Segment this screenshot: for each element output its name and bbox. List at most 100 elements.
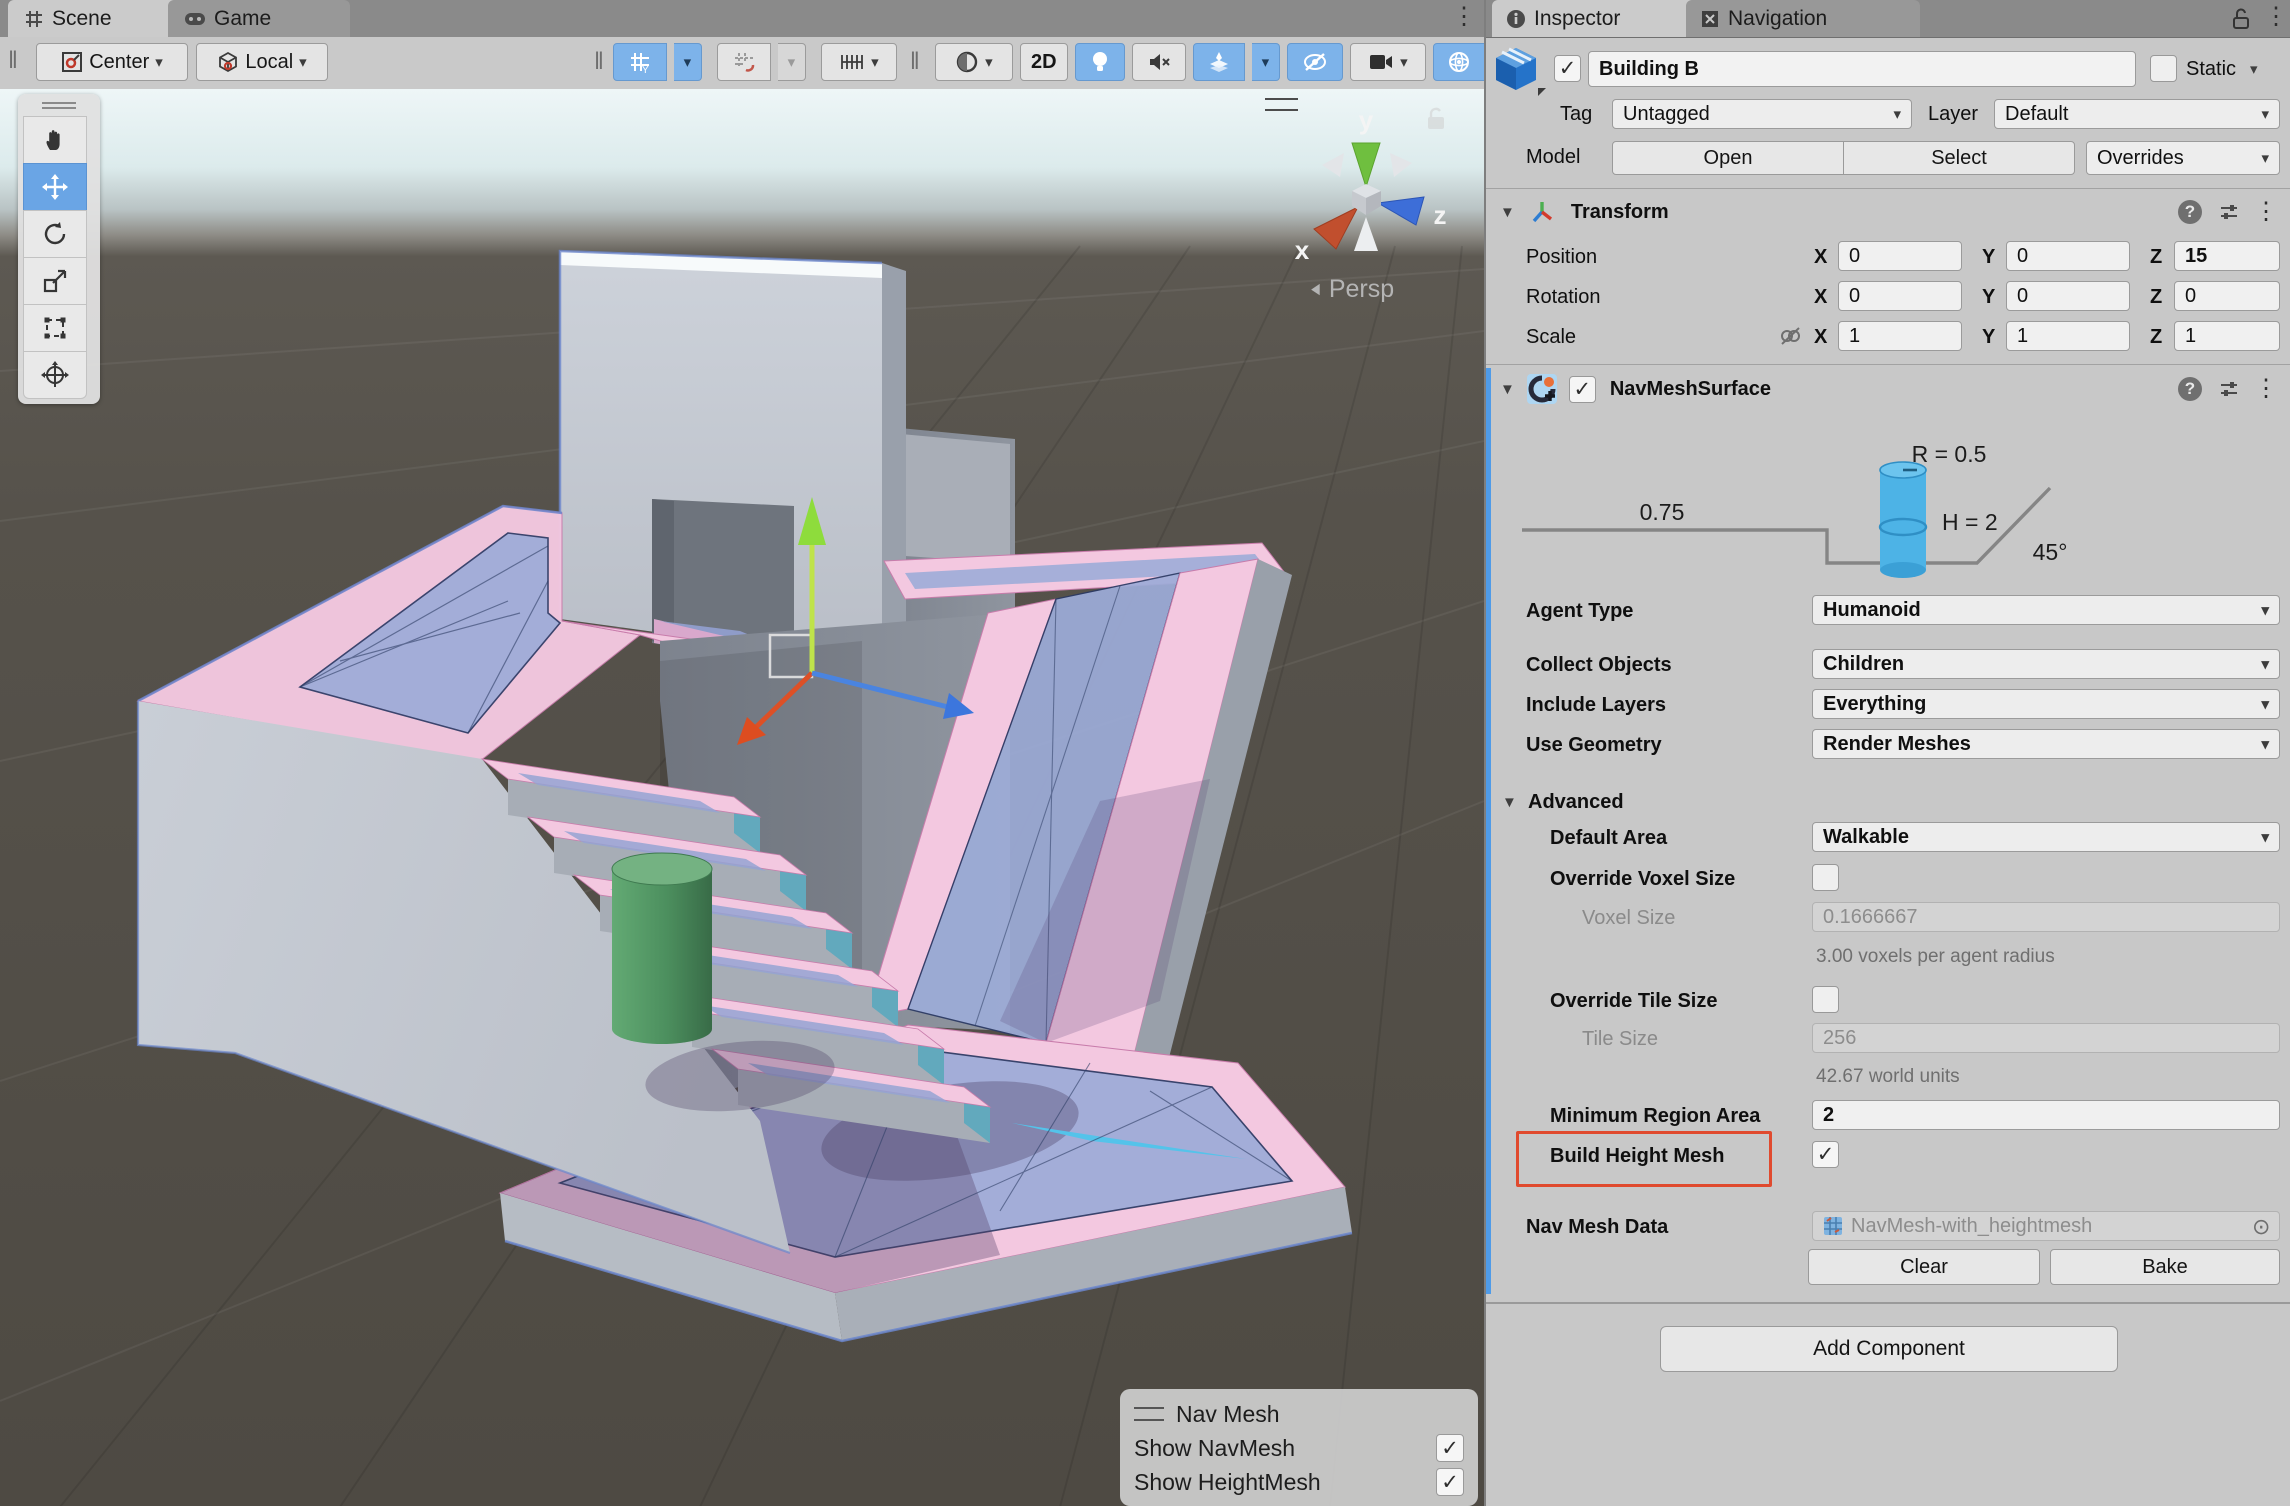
- lighting-toggle-button[interactable]: [1075, 43, 1125, 81]
- gameobject-active-checkbox[interactable]: ✓: [1554, 55, 1581, 82]
- transform-presets-icon[interactable]: [2218, 201, 2240, 223]
- show-heightmesh-checkbox[interactable]: ✓: [1436, 1468, 1464, 1496]
- transform-icon: [1529, 199, 1555, 225]
- transform-header[interactable]: ▼ Transform ? ⋮: [1486, 194, 2290, 230]
- rect-tool-button[interactable]: [23, 304, 87, 352]
- override-voxel-size-checkbox[interactable]: [1812, 864, 1839, 891]
- scene-3d-render: [0, 89, 1484, 1506]
- override-tile-size-label: Override Tile Size: [1550, 990, 1718, 1013]
- clear-button[interactable]: Clear: [1808, 1249, 2040, 1285]
- layer-dropdown[interactable]: Default▾: [1994, 99, 2280, 129]
- orientation-mode-button[interactable]: Local ▾: [196, 43, 328, 81]
- transform-menu-icon[interactable]: ⋮: [2254, 200, 2278, 224]
- scale-y-field[interactable]: 1: [2006, 321, 2130, 351]
- scene-tab-menu-icon[interactable]: ⋮: [1452, 5, 1476, 29]
- model-open-button[interactable]: Open: [1612, 141, 1844, 175]
- ruler-icon: [839, 51, 865, 73]
- effects-toggle-button[interactable]: [1193, 43, 1245, 81]
- scale-link-icon[interactable]: [1778, 324, 1802, 348]
- snap-toggle-button[interactable]: [717, 43, 771, 81]
- scale-tool-button[interactable]: [23, 257, 87, 305]
- overrides-dropdown[interactable]: Overrides▾: [2086, 141, 2280, 175]
- lock-icon[interactable]: [2232, 8, 2250, 30]
- view-orientation-gizmo[interactable]: y x z: [1278, 99, 1474, 269]
- effects-dropdown[interactable]: ▾: [1252, 43, 1280, 81]
- view-tool-button[interactable]: [23, 116, 87, 164]
- show-navmesh-label: Show NavMesh: [1134, 1435, 1295, 1462]
- scale-icon: [41, 267, 69, 295]
- advanced-foldout-icon[interactable]: ▼: [1502, 794, 1517, 811]
- tag-dropdown[interactable]: Untagged▾: [1612, 99, 1912, 129]
- tab-scene[interactable]: Scene: [8, 0, 192, 37]
- agent-type-label: Agent Type: [1526, 600, 1633, 623]
- rotation-y-field[interactable]: 0: [2006, 281, 2130, 311]
- position-y-field[interactable]: 0: [2006, 241, 2130, 271]
- navmeshsurface-menu-icon[interactable]: ⋮: [2254, 377, 2278, 401]
- position-x-field[interactable]: 0: [1838, 241, 1962, 271]
- override-tile-size-checkbox[interactable]: [1812, 986, 1839, 1013]
- rotation-x-field[interactable]: 0: [1838, 281, 1962, 311]
- rotation-z-field[interactable]: 0: [2174, 281, 2280, 311]
- navmeshsurface-enabled-checkbox[interactable]: ✓: [1569, 376, 1596, 403]
- add-component-button[interactable]: Add Component: [1660, 1326, 2118, 1372]
- transform-foldout-icon[interactable]: ▼: [1500, 204, 1515, 221]
- position-z-field[interactable]: 15: [2174, 241, 2280, 271]
- toolbar-drag-handle-3[interactable]: ‖: [910, 48, 922, 76]
- agent-settings-diagram: R = 0.5 H = 2 0.75 45°: [1522, 412, 2262, 584]
- scale-z-field[interactable]: 1: [2174, 321, 2280, 351]
- prefab-cube-icon[interactable]: [1494, 46, 1546, 102]
- minimum-region-area-label: Minimum Region Area: [1550, 1105, 1760, 1128]
- include-layers-dropdown[interactable]: Everything▾: [1812, 689, 2280, 719]
- tab-game[interactable]: Game: [168, 0, 350, 37]
- gizmo-x-label[interactable]: x: [1295, 235, 1310, 265]
- include-layers-label: Include Layers: [1526, 694, 1666, 717]
- build-height-mesh-checkbox[interactable]: ✓: [1812, 1141, 1839, 1168]
- rotate-tool-button[interactable]: [23, 210, 87, 258]
- 2d-toggle-button[interactable]: 2D: [1020, 43, 1068, 81]
- gizmo-lock-icon[interactable]: [1428, 109, 1444, 129]
- transform-help-icon[interactable]: ?: [2178, 200, 2202, 224]
- tools-drag-handle[interactable]: [42, 102, 76, 109]
- gizmo-y-label[interactable]: y: [1359, 105, 1374, 135]
- bake-button[interactable]: Bake: [2050, 1249, 2280, 1285]
- camera-preview-button[interactable]: ▾: [1350, 43, 1426, 81]
- tab-navigation[interactable]: Navigation: [1686, 0, 1920, 37]
- audio-toggle-button[interactable]: [1132, 43, 1186, 81]
- toolbar-drag-handle[interactable]: ‖: [8, 47, 20, 75]
- grid-dropdown[interactable]: ▾: [674, 43, 702, 81]
- tab-inspector[interactable]: Inspector: [1492, 0, 1710, 37]
- draw-mode-button[interactable]: ▾: [935, 43, 1013, 81]
- use-geometry-dropdown[interactable]: Render Meshes▾: [1812, 729, 2280, 759]
- toolbar-drag-handle-2[interactable]: ‖: [594, 48, 606, 76]
- gameobject-name-field[interactable]: Building B: [1588, 51, 2136, 87]
- gizmo-visibility-button[interactable]: [1287, 43, 1343, 81]
- scale-x-field[interactable]: 1: [1838, 321, 1962, 351]
- pivot-mode-button[interactable]: Center ▾: [36, 43, 188, 81]
- navmeshsurface-presets-icon[interactable]: [2218, 378, 2240, 400]
- snap-increment-button[interactable]: ▾: [821, 43, 897, 81]
- inspector-menu-icon[interactable]: ⋮: [2264, 5, 2288, 29]
- transform-tool-button[interactable]: [23, 351, 87, 399]
- navmesh-overlay-handle[interactable]: [1134, 1407, 1164, 1421]
- grid-visibility-button[interactable]: Y: [613, 43, 667, 81]
- object-picker-icon[interactable]: ⊙: [2252, 1214, 2270, 1240]
- model-select-button[interactable]: Select: [1843, 141, 2075, 175]
- projection-mode-label[interactable]: ◄ Persp: [1306, 275, 1394, 304]
- nav-mesh-data-field[interactable]: NavMesh-with_heightmesh: [1812, 1211, 2280, 1241]
- scene-camera-settings-button[interactable]: [1433, 43, 1485, 81]
- static-dropdown-icon[interactable]: ▾: [2250, 60, 2258, 78]
- scene-viewport[interactable]: y x z ◄ Persp Nav Mesh Show NavMesh ✓ Sh…: [0, 89, 1484, 1506]
- agent-type-dropdown[interactable]: Humanoid▾: [1812, 595, 2280, 625]
- collect-objects-dropdown[interactable]: Children▾: [1812, 649, 2280, 679]
- snap-dropdown[interactable]: ▾: [778, 43, 806, 81]
- move-tool-button[interactable]: [23, 163, 87, 211]
- hand-icon: [41, 126, 69, 154]
- static-checkbox[interactable]: [2150, 55, 2177, 82]
- minimum-region-area-field[interactable]: 2: [1812, 1100, 2280, 1130]
- gizmo-z-label[interactable]: z: [1434, 200, 1447, 230]
- navmeshsurface-foldout-icon[interactable]: ▼: [1500, 381, 1515, 398]
- show-navmesh-checkbox[interactable]: ✓: [1436, 1434, 1464, 1462]
- navmeshsurface-header[interactable]: ▼ ✓ NavMeshSurface ? ⋮: [1486, 370, 2290, 408]
- navmeshsurface-help-icon[interactable]: ?: [2178, 377, 2202, 401]
- default-area-dropdown[interactable]: Walkable▾: [1812, 822, 2280, 852]
